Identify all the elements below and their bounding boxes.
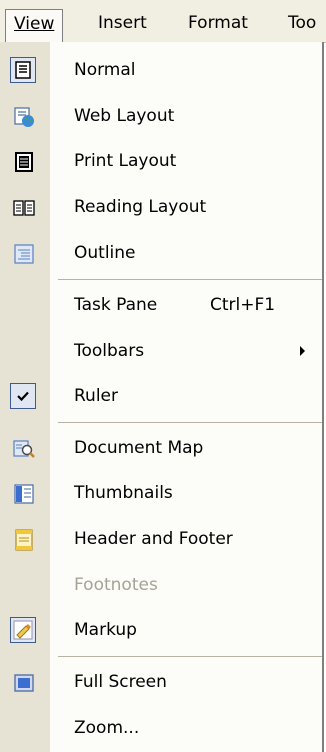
menu-item-label: Footnotes xyxy=(74,575,158,595)
menu-tools[interactable]: Too xyxy=(280,10,324,36)
menu-item-toolbars[interactable]: Toolbars xyxy=(0,329,322,373)
menu-item-web-layout[interactable]: Web Layout xyxy=(0,94,322,138)
menu-item-label: Ruler xyxy=(74,386,118,406)
menu-item-zoom[interactable]: Zoom... xyxy=(0,706,322,750)
markup-icon xyxy=(10,617,36,643)
menu-item-footnotes: Footnotes xyxy=(0,563,322,607)
menu-item-markup[interactable]: Markup xyxy=(0,608,322,652)
menu-item-label: Normal xyxy=(74,60,136,80)
menu-item-label: Print Layout xyxy=(74,151,177,171)
outline-icon xyxy=(13,243,35,265)
menu-item-header-and-footer[interactable]: Header and Footer xyxy=(0,517,322,561)
print-layout-icon xyxy=(13,151,35,173)
menu-item-label: Document Map xyxy=(74,438,204,458)
menu-item-label: Thumbnails xyxy=(74,483,173,503)
submenu-arrow-icon xyxy=(300,346,305,356)
menu-item-label: Header and Footer xyxy=(74,529,233,549)
menu-item-label: Outline xyxy=(74,243,136,263)
menu-item-label: Reading Layout xyxy=(74,197,207,217)
separator xyxy=(58,422,322,423)
menu-item-normal[interactable]: Normal xyxy=(0,48,322,92)
menu-item-label: Full Screen xyxy=(74,672,167,692)
menu-format[interactable]: Format xyxy=(180,10,256,36)
menu-item-label: Markup xyxy=(74,620,137,640)
normal-view-icon xyxy=(10,57,36,83)
menu-item-label: Web Layout xyxy=(74,106,175,126)
menu-item-full-screen[interactable]: Full Screen xyxy=(0,660,322,704)
thumbnails-icon xyxy=(13,483,35,505)
menu-view-label: View xyxy=(14,14,55,34)
menu-tools-label: Too xyxy=(288,13,317,33)
full-screen-icon xyxy=(13,672,35,694)
separator xyxy=(58,656,322,657)
menu-item-reading-layout[interactable]: Reading Layout xyxy=(0,185,322,229)
menu-item-document-map[interactable]: Document Map xyxy=(0,426,322,470)
web-layout-icon xyxy=(13,106,35,128)
menu-item-task-pane[interactable]: Task Pane Ctrl+F1 xyxy=(0,283,322,327)
header-footer-icon xyxy=(13,529,35,551)
menu-view[interactable]: View xyxy=(5,9,64,43)
menu-item-label: Task Pane xyxy=(74,295,158,315)
view-dropdown-menu: Normal Web Layout Print Layout Reading L… xyxy=(0,42,324,752)
menu-insert-label: Insert xyxy=(98,13,147,33)
separator xyxy=(58,279,322,280)
menu-item-print-layout[interactable]: Print Layout xyxy=(0,139,322,183)
menu-item-thumbnails[interactable]: Thumbnails xyxy=(0,471,322,515)
checkmark-icon xyxy=(10,383,36,409)
menu-item-shortcut: Ctrl+F1 xyxy=(210,295,276,315)
menu-item-label: Zoom... xyxy=(74,718,140,738)
document-map-icon xyxy=(13,438,35,460)
menu-item-outline[interactable]: Outline xyxy=(0,231,322,275)
reading-layout-icon xyxy=(13,197,35,219)
menu-insert[interactable]: Insert xyxy=(90,10,155,36)
menu-item-label: Toolbars xyxy=(74,341,145,361)
menu-format-label: Format xyxy=(188,13,248,33)
menu-bar: View Insert Format Too xyxy=(0,0,326,43)
menu-item-ruler[interactable]: Ruler xyxy=(0,374,322,418)
